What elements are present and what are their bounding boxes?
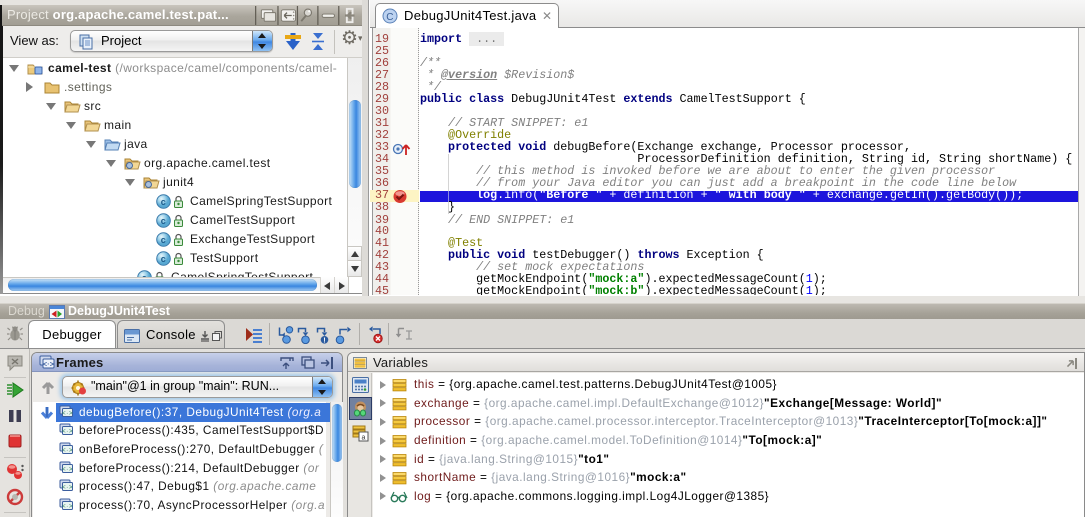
svg-text:<·>: <·> xyxy=(62,447,73,454)
svg-text:<·>: <·> xyxy=(62,410,73,417)
svg-text:C: C xyxy=(386,12,394,23)
svg-text:c: c xyxy=(161,197,166,207)
svg-text:c: c xyxy=(161,254,166,264)
svg-text:<·>: <·> xyxy=(62,428,73,435)
svg-text:<·>: <·> xyxy=(62,466,73,473)
svg-text:c: c xyxy=(161,235,166,245)
svg-text:<·>: <·> xyxy=(62,484,73,491)
svg-text:<·>: <·> xyxy=(43,362,54,369)
svg-text:a: a xyxy=(362,435,366,442)
svg-text:<·>: <·> xyxy=(62,503,73,510)
svg-text:c: c xyxy=(161,216,166,226)
svg-text:!: ! xyxy=(323,336,326,345)
